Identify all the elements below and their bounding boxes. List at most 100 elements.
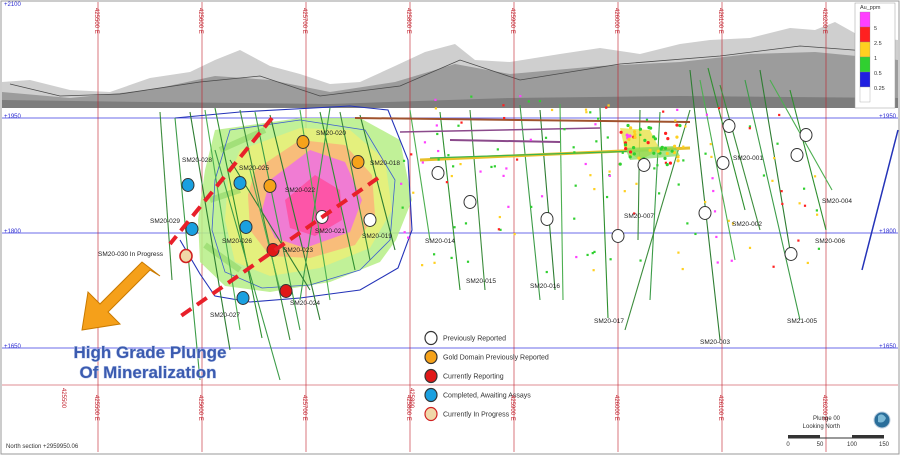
assay-dot (618, 162, 622, 166)
plunge-title-line2: Of Mineralization (80, 363, 217, 382)
assay-dot (450, 256, 453, 260)
assay-dot (715, 235, 718, 239)
assay-dot (574, 184, 577, 187)
assay-dot (502, 104, 505, 107)
grade-legend-title: Au_ppm (860, 5, 881, 11)
legend-marker (424, 330, 438, 346)
assay-dot (597, 117, 600, 120)
long-section-map: SM20-020 SM20-018 SM20-028 SM20-025 SM20-022… (0, 0, 900, 455)
assay-dot (628, 150, 633, 154)
assay-dot (497, 228, 500, 231)
hole-status-marker (263, 179, 277, 193)
assay-dot (540, 195, 544, 198)
legend-label: Gold Domain Previously Reported (443, 355, 549, 362)
assay-dot (730, 259, 733, 262)
assay-dot (816, 213, 819, 216)
assay-dot (684, 125, 687, 128)
assay-dot (627, 137, 631, 142)
assay-dot (676, 159, 680, 163)
assay-dot (605, 106, 608, 109)
hole-label: SM20-014 (425, 238, 455, 245)
bottom-easting-short-label: 425500 (60, 388, 66, 409)
assay-dot (727, 219, 730, 222)
grade-swatch (859, 26, 871, 43)
elevation-label-left: +2100 (4, 2, 22, 8)
assay-dot (432, 253, 436, 256)
grade-colour-legend: Au_ppm 5 2.5 1 0.5 0.25 (854, 2, 896, 109)
assay-dot (665, 151, 669, 156)
assay-dot (646, 141, 650, 145)
hole-label: SM20-007 (624, 213, 654, 220)
assay-dot (624, 146, 628, 151)
hole-label: SM20-003 (700, 339, 730, 346)
assay-dot (686, 222, 689, 225)
assay-dot (573, 217, 576, 220)
assay-dot (464, 222, 468, 225)
top-easting-label: 426100 E (717, 8, 723, 34)
hole-label: SM20-006 (815, 238, 845, 245)
assay-dot (711, 177, 714, 180)
assay-dot (515, 158, 519, 161)
assay-dot (513, 232, 516, 236)
assay-dot (681, 267, 684, 271)
assay-dot (626, 123, 630, 128)
assay-dot (594, 123, 597, 126)
assay-dot (704, 152, 707, 155)
assay-dot (608, 170, 611, 173)
assay-dot (450, 174, 453, 178)
assay-dot (798, 202, 801, 205)
assay-dot (678, 123, 682, 128)
assay-dot (410, 153, 413, 156)
assay-dot (435, 124, 438, 127)
hole-status-marker (279, 284, 293, 298)
assay-dot (434, 107, 438, 110)
hole-status-marker (181, 178, 195, 192)
assay-dot (670, 149, 674, 153)
hole-status-marker (363, 213, 377, 227)
assay-dot (772, 265, 775, 268)
assay-dot (665, 163, 669, 167)
grade-swatch-label: 0.5 (874, 71, 882, 77)
legend-marker (424, 349, 438, 365)
elevation-label-right: +1650 (879, 344, 897, 350)
assay-dot (659, 147, 663, 151)
assay-dot (710, 155, 713, 159)
assay-dot (575, 255, 578, 259)
assay-dot (648, 148, 652, 152)
assay-dot (780, 190, 783, 193)
assay-dot (434, 98, 437, 101)
grade-swatch (859, 71, 871, 88)
assay-dot (675, 135, 679, 139)
assay-dot (623, 143, 628, 147)
assay-dot (664, 131, 668, 135)
assay-dot (716, 261, 719, 264)
assay-dot (586, 253, 589, 257)
assay-dot (421, 161, 424, 164)
assay-dot (436, 132, 439, 136)
legend-marker (424, 387, 438, 403)
bottom-easting-short-label: 425800 (408, 388, 414, 409)
assay-dot (402, 159, 406, 162)
assay-dot (637, 156, 641, 160)
assay-dot (817, 247, 821, 250)
assay-dot (632, 146, 636, 150)
assay-dot (530, 205, 533, 208)
assay-dot (563, 128, 566, 131)
assay-dot (629, 126, 633, 130)
assay-dot (643, 138, 647, 142)
assay-dot (674, 119, 677, 122)
assay-dot (412, 191, 415, 194)
assay-dot (663, 156, 667, 161)
assay-dot (656, 164, 659, 167)
hole-status-marker (351, 155, 365, 169)
hole-label: SM20-025 (239, 165, 269, 172)
assay-dot (652, 135, 656, 139)
top-easting-label: 425900 E (509, 8, 515, 34)
hole-label: SM20-023 (283, 247, 313, 254)
assay-dot (609, 258, 612, 261)
section-figure: SM20-020 SM20-018 SM20-028 SM20-025 SM20-022… (0, 0, 900, 455)
assay-dot (400, 182, 403, 185)
assay-dot (776, 142, 779, 145)
assay-dot (584, 108, 588, 111)
assay-dot (453, 226, 456, 229)
